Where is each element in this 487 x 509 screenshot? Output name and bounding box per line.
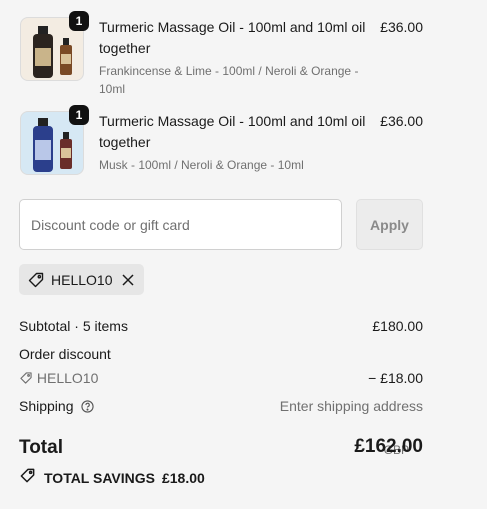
subtotal-value: £180.00 [372, 318, 423, 334]
line-item: 1 Turmeric Massage Oil - 100ml and 10ml … [19, 105, 423, 191]
tag-icon [19, 370, 33, 390]
discount-value: − £18.00 [368, 370, 423, 386]
close-icon[interactable] [121, 273, 135, 287]
savings-label: TOTAL SAVINGS [44, 470, 155, 486]
total-value: £162.00 [354, 436, 423, 457]
quantity-badge: 1 [69, 11, 89, 31]
discount-code-row: HELLO10 − £18.00 [19, 368, 423, 390]
discount-code-input[interactable] [19, 199, 342, 250]
applied-discount-tag: HELLO10 [19, 264, 144, 295]
line-item: 1 Turmeric Massage Oil - 100ml and 10ml … [19, 11, 423, 97]
item-title: Turmeric Massage Oil - 100ml and 10ml oi… [99, 19, 366, 56]
order-discount-label: Order discount [19, 346, 111, 362]
total-savings-row: TOTAL SAVINGS £18.00 [19, 467, 205, 489]
tag-icon [19, 467, 36, 489]
apply-button[interactable]: Apply [356, 199, 423, 250]
item-title: Turmeric Massage Oil - 100ml and 10ml oi… [99, 113, 366, 150]
item-variant: Musk - 100ml / Neroli & Orange - 10ml [99, 158, 304, 172]
item-variant: Frankincense & Lime - 100ml / Neroli & O… [99, 64, 359, 96]
order-discount-row: Order discount [19, 344, 423, 364]
discount-code-label: HELLO10 [51, 271, 113, 288]
shipping-value: Enter shipping address [279, 398, 423, 414]
total-label: Total [19, 437, 63, 458]
discount-code-summary: HELLO10 [36, 370, 99, 386]
subtotal-label: Subtotal · 5 items [19, 318, 128, 334]
savings-value: £18.00 [161, 470, 205, 486]
shipping-label: Shipping [19, 398, 74, 414]
quantity-badge: 1 [69, 105, 89, 125]
subtotal-row: Subtotal · 5 items £180.00 [19, 316, 423, 336]
tag-icon [27, 271, 45, 289]
item-price: £36.00 [380, 19, 423, 35]
question-circle-icon[interactable] [81, 398, 95, 418]
item-price: £36.00 [380, 113, 423, 129]
shipping-row: Shipping Enter shipping address [19, 396, 423, 418]
